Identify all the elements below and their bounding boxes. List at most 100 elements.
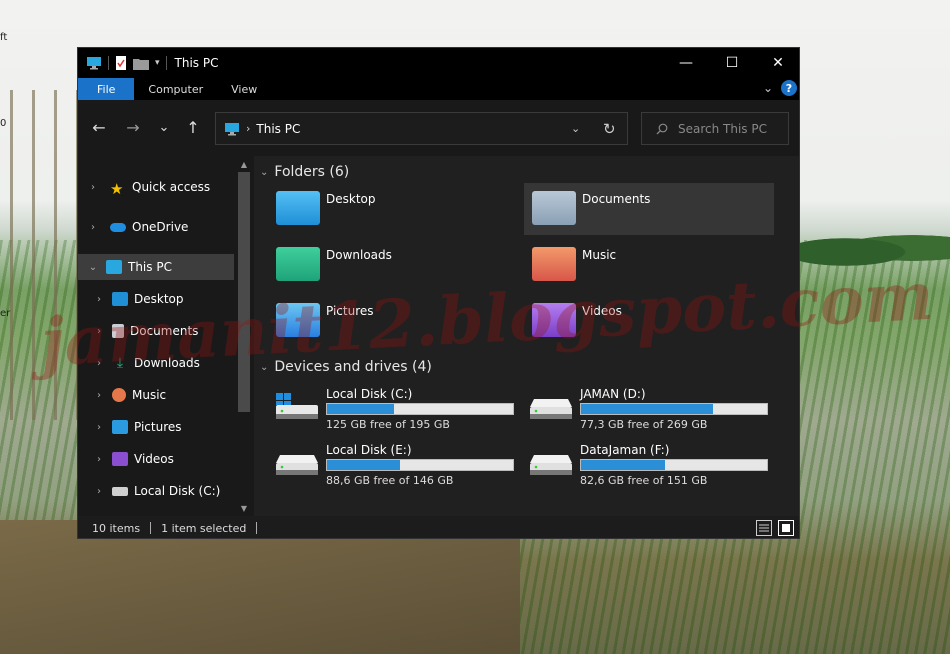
folder-tile-documents[interactable]: Documents (524, 183, 774, 235)
sidebar-item-label: Music (132, 388, 167, 402)
recent-locations-button[interactable]: ⌄ (151, 114, 177, 140)
videos-folder-icon (112, 452, 128, 466)
sidebar-item-downloads[interactable]: › ⤓ Downloads (78, 350, 234, 376)
address-bar[interactable]: › This PC ⌄ ↻ (215, 112, 628, 145)
close-button[interactable]: ✕ (755, 48, 799, 78)
downloads-folder-icon: ⤓ (116, 355, 124, 371)
properties-icon[interactable] (115, 56, 127, 70)
folder-tile-videos[interactable]: Videos (524, 295, 774, 347)
address-dropdown-icon[interactable]: ⌄ (571, 122, 580, 135)
folder-tile-pictures[interactable]: Pictures (254, 295, 504, 347)
breadcrumb-chevron-icon[interactable]: › (246, 122, 250, 135)
drive-name: Local Disk (C:) (326, 387, 413, 401)
folder-tile-music[interactable]: Music (524, 239, 774, 291)
tab-file[interactable]: File (78, 78, 135, 100)
folder-name: Videos (582, 304, 622, 318)
sidebar-item-pictures[interactable]: › Pictures (78, 414, 234, 440)
help-button[interactable]: ? (781, 80, 797, 96)
ribbon-tabs: File Computer View ⌄ ? (78, 78, 799, 100)
computer-icon (87, 57, 101, 70)
desktop-folder-icon (112, 292, 128, 306)
documents-folder-icon (532, 191, 576, 225)
drive-usage-bar (580, 403, 768, 415)
sidebar-item-documents[interactable]: › Documents (78, 318, 234, 344)
sidebar-item-videos[interactable]: › Videos (78, 446, 234, 472)
item-count: 10 items (92, 521, 141, 535)
scrollbar-thumb[interactable] (238, 172, 250, 412)
sidebar-item-local-disk-c[interactable]: › Local Disk (C:) (78, 478, 234, 504)
tab-view[interactable]: View (217, 78, 271, 100)
sidebar-item-this-pc[interactable]: ⌄ This PC (78, 254, 234, 280)
group-title: Devices and drives (4) (274, 359, 432, 375)
drive-tile-d[interactable]: JAMAN (D:) 77,3 GB free of 269 GB (508, 387, 768, 439)
drive-icon (276, 455, 318, 475)
search-input[interactable]: Search This PC (641, 112, 789, 145)
drive-tile-e[interactable]: Local Disk (E:) 88,6 GB free of 146 GB (254, 443, 514, 495)
drive-usage-bar (326, 403, 514, 415)
tab-computer[interactable]: Computer (134, 78, 217, 100)
quick-access-dropdown-icon[interactable]: ▾ (155, 58, 160, 68)
back-button[interactable]: ← (86, 114, 112, 140)
search-placeholder: Search This PC (678, 121, 767, 136)
sidebar-scrollbar[interactable]: ▲ ▼ (234, 156, 254, 516)
navigation-pane: › ★ Quick access › OneDrive ⌄ This PC › … (78, 156, 254, 516)
drive-icon (112, 486, 128, 496)
desktop-folder-icon (276, 191, 320, 225)
drive-free-space: 125 GB free of 195 GB (326, 418, 450, 431)
scroll-up-icon[interactable]: ▲ (238, 160, 250, 169)
sidebar-item-desktop[interactable]: › Desktop (78, 286, 234, 312)
collapse-chevron-icon[interactable]: ⌄ (260, 362, 268, 373)
refresh-button[interactable]: ↻ (603, 120, 616, 138)
collapse-chevron-icon[interactable]: ⌄ (260, 167, 268, 178)
maximize-button[interactable]: ☐ (709, 48, 755, 78)
documents-folder-icon (112, 324, 124, 338)
up-button[interactable]: ↑ (180, 114, 206, 140)
details-view-icon (759, 524, 769, 532)
drives-group-header[interactable]: ⌄ Devices and drives (4) (260, 359, 432, 375)
search-icon (656, 123, 668, 134)
status-bar: 10 items 1 item selected (78, 516, 799, 538)
folder-name: Music (582, 248, 617, 262)
folders-group-header[interactable]: ⌄ Folders (6) (260, 164, 349, 180)
music-folder-icon (112, 388, 126, 402)
sidebar-item-music[interactable]: › Music (78, 382, 234, 408)
title-bar[interactable]: ▾ This PC — ☐ ✕ (78, 48, 799, 78)
windows-drive-icon (276, 393, 318, 419)
desktop-icon-label[interactable]: 0 (0, 118, 6, 129)
sidebar-item-quick-access[interactable]: › ★ Quick access (78, 174, 234, 200)
large-icons-view-button[interactable] (778, 520, 794, 536)
sidebar-item-label: Documents (130, 324, 199, 338)
sidebar-item-label: Downloads (134, 356, 200, 370)
expand-ribbon-icon[interactable]: ⌄ (763, 81, 773, 95)
forward-button[interactable]: → (120, 114, 146, 140)
sidebar-item-label: OneDrive (132, 220, 189, 234)
navigation-bar: ← → ⌄ ↑ › This PC ⌄ ↻ Search This PC (78, 100, 799, 156)
large-icons-view-icon (782, 524, 790, 532)
minimize-button[interactable]: — (663, 48, 709, 78)
folder-tile-downloads[interactable]: Downloads (254, 239, 504, 291)
details-view-button[interactable] (756, 520, 772, 536)
sidebar-item-onedrive[interactable]: › OneDrive (78, 214, 234, 240)
drive-tile-f[interactable]: DataJaman (F:) 82,6 GB free of 151 GB (508, 443, 768, 495)
group-title: Folders (6) (274, 164, 350, 180)
sidebar-item-label: This PC (128, 260, 172, 274)
drive-free-space: 82,6 GB free of 151 GB (580, 474, 708, 487)
window-title: This PC (174, 56, 219, 70)
desktop-icon-label[interactable]: ft (0, 32, 7, 43)
drive-icon (530, 455, 572, 475)
desktop-icon-label[interactable]: er (0, 308, 10, 319)
drive-name: DataJaman (F:) (580, 443, 670, 457)
computer-icon (106, 260, 122, 274)
drive-tile-c[interactable]: Local Disk (C:) 125 GB free of 195 GB (254, 387, 514, 439)
scroll-down-icon[interactable]: ▼ (238, 504, 250, 513)
folder-tile-desktop[interactable]: Desktop (254, 183, 504, 235)
sidebar-item-label: Desktop (134, 292, 184, 306)
drive-usage-bar (580, 459, 768, 471)
cloud-icon (110, 222, 126, 232)
drive-name: Local Disk (E:) (326, 443, 412, 457)
folder-name: Documents (582, 192, 651, 206)
new-folder-icon[interactable] (133, 57, 149, 70)
breadcrumb[interactable]: This PC (256, 122, 300, 136)
background-trees (800, 228, 950, 268)
sidebar-item-label: Local Disk (C:) (134, 484, 221, 498)
